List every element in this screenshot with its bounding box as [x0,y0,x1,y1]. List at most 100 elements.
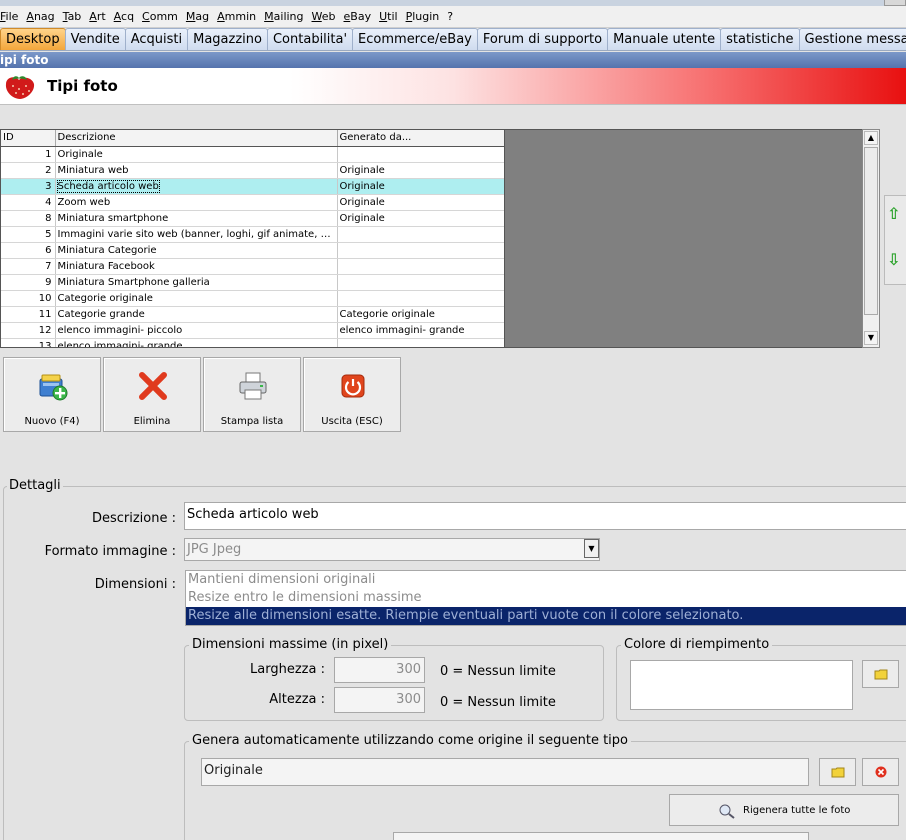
chevron-down-icon[interactable]: ▼ [584,539,599,558]
origine-clear-button[interactable] [862,758,899,786]
table-row[interactable]: 8 Miniatura smartphone Originale [1,210,504,227]
delete-button[interactable]: Elimina [103,357,201,432]
table-row[interactable]: 12 elenco immagini- piccolo elenco immagin… [1,322,504,339]
move-up-arrow-icon[interactable]: ⇧ [887,204,906,224]
scroll-up-icon[interactable]: ▲ [864,131,878,145]
table-row[interactable]: 7 Miniatura Facebook [1,258,504,275]
folder-icon [874,669,888,680]
bottom-field[interactable] [393,832,809,840]
cell-descrizione-text: Originale [57,148,103,160]
menu-item[interactable]: Mag [186,10,215,23]
clear-x-icon [875,766,887,778]
regenerate-photos-button[interactable]: Rigenera tutte le foto [669,794,899,826]
larghezza-input[interactable]: 300 [334,657,425,683]
cell-generato-da: Originale [337,178,504,195]
exit-button[interactable]: Uscita (ESC) [303,357,401,432]
colore-legend: Colore di riempimento [621,637,773,652]
tab[interactable]: Manuale utente [607,28,722,50]
cell-generato-da [337,226,504,243]
details-legend: Dettagli [7,478,63,493]
menu-item[interactable]: eBay [344,10,378,23]
origine-browse-button[interactable] [819,758,856,786]
colore-browse-button[interactable] [862,660,899,688]
scroll-down-icon[interactable]: ▼ [864,331,878,345]
menu-item[interactable]: Util [379,10,404,23]
cell-descrizione: Miniatura smartphone [55,210,338,227]
larghezza-hint: 0 = Nessun limite [440,664,556,679]
formato-label: Formato immagine : [44,544,176,559]
new-record-icon [39,374,68,401]
table-row[interactable]: 1 Originale [1,146,504,163]
cell-generato-da [337,338,504,347]
cell-id: 13 [1,338,56,347]
column-header-descrizione[interactable]: Descrizione [55,130,338,147]
table-row[interactable]: 3 Scheda articolo web Originale [1,178,504,195]
column-header-generato-da[interactable]: Generato da... [337,130,504,147]
colore-swatch[interactable] [630,660,853,710]
cell-id: 10 [1,290,56,307]
cell-generato-da [337,146,504,163]
menu-item[interactable]: Tab [63,10,88,23]
cell-descrizione: Scheda articolo web [55,178,338,195]
menu-item[interactable]: Comm [142,10,184,23]
menu-item[interactable]: Web [312,10,342,23]
table-row[interactable]: 6 Miniatura Categorie [1,242,504,259]
tab[interactable]: Ecommerce/eBay [352,28,478,50]
cell-id: 3 [1,178,56,195]
tab[interactable]: statistiche [720,28,800,50]
table-row[interactable]: 5 Immagini varie sito web (banner, loghi,… [1,226,504,243]
table-row[interactable]: 10 Categorie originale [1,290,504,307]
cell-descrizione: elenco immagini- piccolo [55,322,338,339]
table-row[interactable]: 2 Miniatura web Originale [1,162,504,179]
scroll-thumb[interactable] [864,147,878,315]
exit-button-label: Uscita (ESC) [321,416,383,427]
tab[interactable]: Acquisti [124,28,189,50]
table-row[interactable]: 9 Miniatura Smartphone galleria [1,274,504,291]
dimensioni-listbox[interactable]: Mantieni dimensioni originali Resize ent… [185,570,906,626]
tab[interactable]: Magazzino [187,28,268,50]
cell-id: 11 [1,306,56,323]
dimensioni-option[interactable]: Mantieni dimensioni originali [186,571,906,589]
menu-item[interactable]: ? [447,10,459,23]
tab[interactable]: Forum di supporto [476,28,609,50]
cell-id: 1 [1,146,56,163]
menu-item[interactable]: Mailing [264,10,309,23]
menu-item[interactable]: Plugin [406,10,446,23]
tab[interactable]: Desktop [0,28,66,50]
cell-descrizione: Categorie grande [55,306,338,323]
table-row[interactable]: 4 Zoom web Originale [1,194,504,211]
origine-field[interactable]: Originale [201,758,809,786]
tab[interactable]: Gestione messaggi [798,28,906,50]
folder-icon [831,767,845,778]
altezza-label: Altezza : [269,692,325,707]
print-list-button[interactable]: Stampa lista [203,357,301,432]
altezza-input[interactable]: 300 [334,687,425,713]
formato-select[interactable]: JPG Jpeg [184,538,600,561]
cell-generato-da [337,274,504,291]
dimensioni-option-selected[interactable]: Resize alle dimensioni esatte. Riempie e… [186,607,906,625]
move-down-arrow-icon[interactable]: ⇩ [887,250,906,270]
strawberry-icon [5,76,35,99]
table-row[interactable]: 13 elenco immagini- grande [1,338,504,347]
cell-descrizione: Miniatura Smartphone galleria [55,274,338,291]
header-band [0,68,906,105]
cell-descrizione-text: Miniatura Smartphone galleria [57,276,210,288]
cell-id: 8 [1,210,56,227]
reorder-panel: ⇧ ⇩ [884,195,906,285]
menu-item[interactable]: Ammin [217,10,262,23]
photo-types-grid[interactable]: ID Descrizione Generato da... 1 Originale… [0,129,505,348]
descrizione-input[interactable]: Scheda articolo web [184,502,906,530]
new-button[interactable]: Nuovo (F4) [3,357,101,432]
menu-item[interactable]: Anag [26,10,60,23]
tab[interactable]: Vendite [64,28,126,50]
dimensioni-option[interactable]: Resize entro le dimensioni massime [186,589,906,607]
cell-descrizione: elenco immagini- grande [55,338,338,347]
cell-descrizione-text: Miniatura Facebook [57,260,155,272]
menu-item[interactable]: File [0,10,24,23]
menu-item[interactable]: Acq [114,10,140,23]
menu-item[interactable]: Art [89,10,111,23]
column-header-id[interactable]: ID [1,130,56,147]
grid-scrollbar[interactable]: ▲ ▼ [862,129,880,348]
table-row[interactable]: 11 Categorie grande Categorie originale [1,306,504,323]
tab[interactable]: Contabilita' [266,28,354,50]
